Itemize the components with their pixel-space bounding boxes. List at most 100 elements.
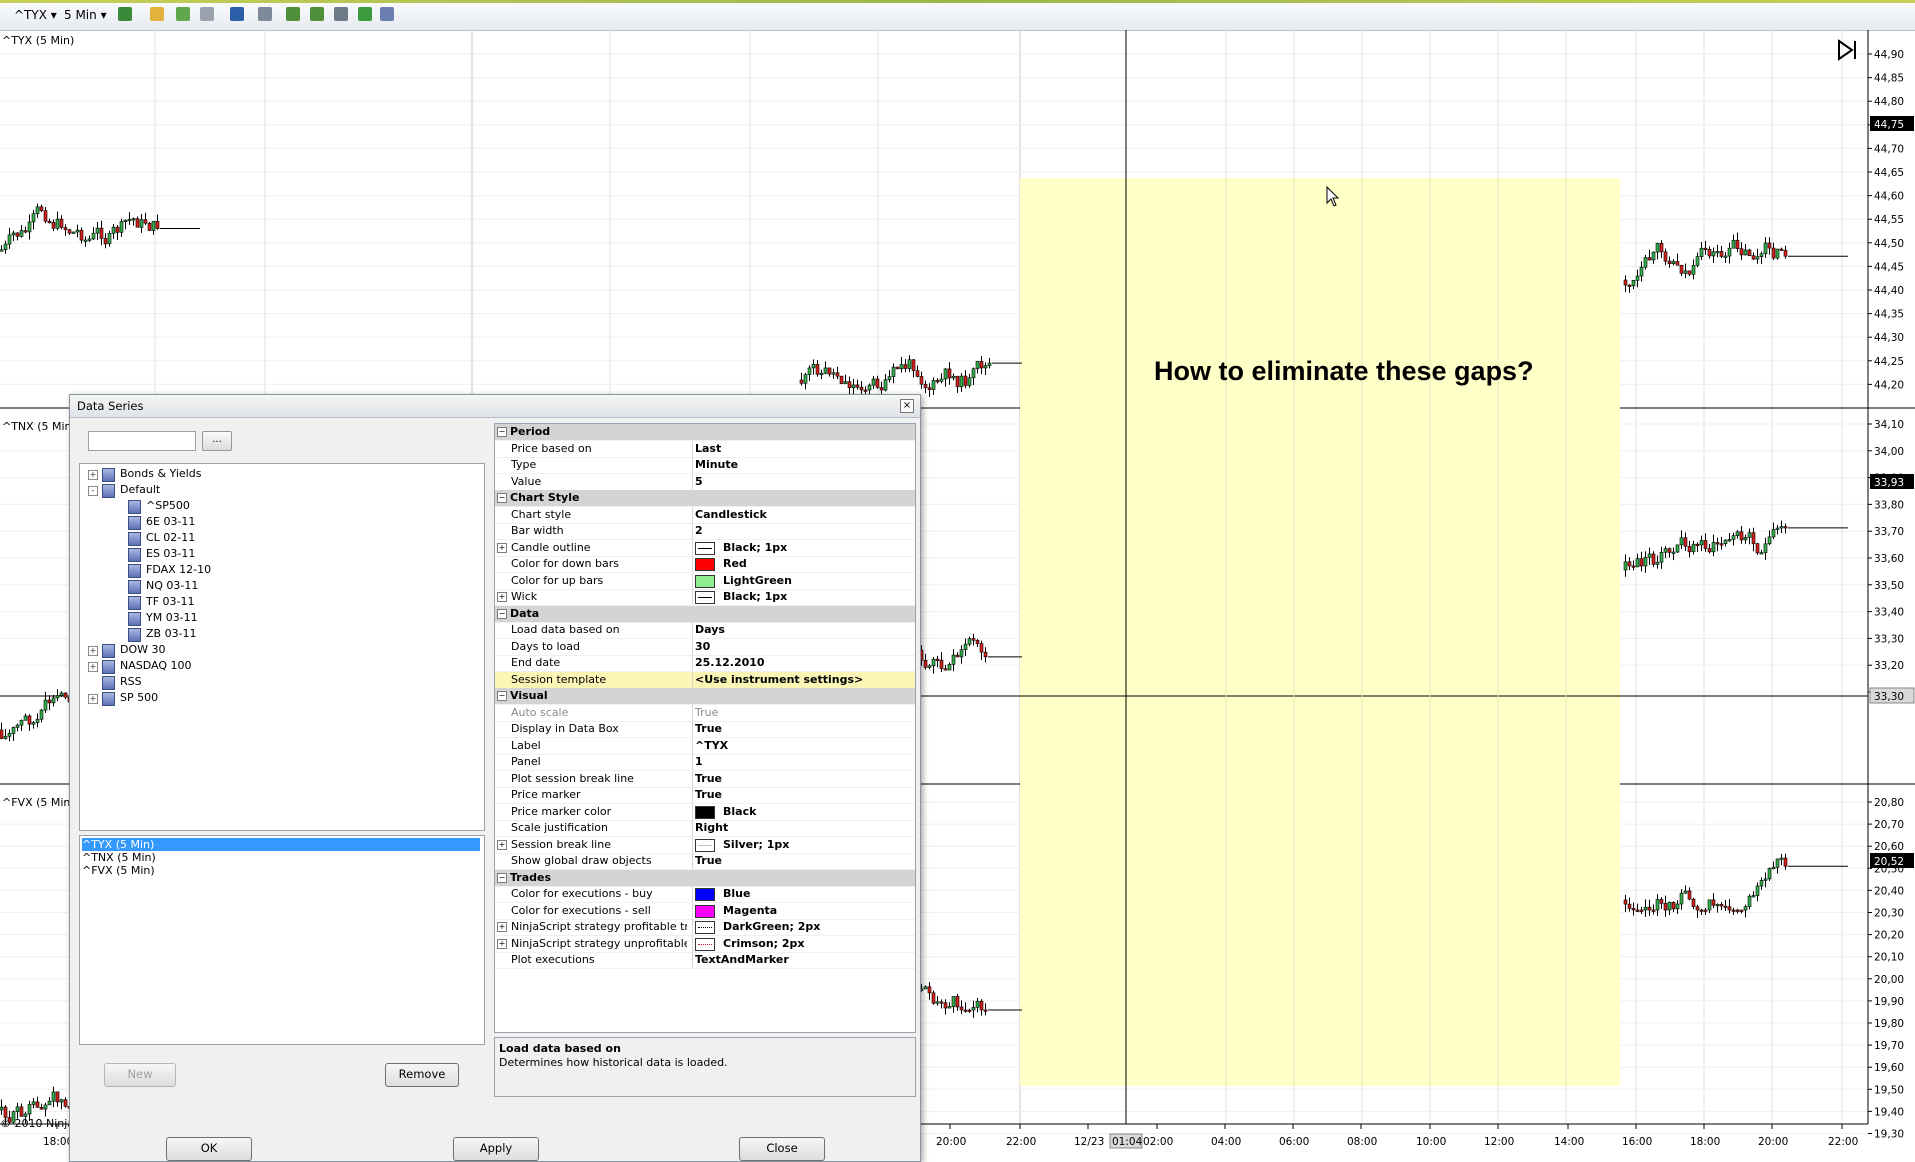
property-value[interactable]: True [695,772,913,786]
collapse-icon[interactable]: − [497,493,507,503]
collapse-icon[interactable]: − [497,608,507,619]
dialog-title-bar[interactable]: Data Series × [70,395,920,418]
series-list[interactable]: ^TYX (5 Min) ^TNX (5 Min) ^FVX (5 Min) [79,835,485,1045]
property-category[interactable]: − Visual [495,688,915,705]
drawing-tool-icon[interactable] [176,7,190,21]
ok-button[interactable]: OK [166,1137,252,1161]
data-series-icon[interactable] [380,7,394,21]
close-button[interactable]: Close [739,1137,825,1161]
property-value[interactable]: Black [695,805,913,819]
property-value[interactable]: DarkGreen; 2px [695,920,913,934]
property-row[interactable]: Bar width 2 [495,523,915,540]
property-value[interactable]: Minute [695,458,913,472]
property-value[interactable]: Black; 1px [695,590,913,604]
instrument-search-button[interactable]: ... [202,431,232,451]
property-value[interactable]: True [695,706,913,720]
tree-expander-icon[interactable]: + [88,694,98,704]
property-category[interactable]: − Chart Style [495,490,915,507]
chart-style-icon[interactable] [118,7,132,21]
property-value[interactable]: True [695,722,913,736]
property-row[interactable]: Chart style Candlestick [495,506,915,524]
expand-icon[interactable]: + [497,592,507,602]
tree-expander-icon[interactable]: + [88,470,98,480]
interval-selector[interactable]: 5 Min ▾ [64,6,107,24]
property-row[interactable]: Panel 1 [495,754,915,771]
property-value[interactable]: Days [695,623,913,637]
property-row[interactable]: Session template <Use instrument settings… [495,671,915,689]
series-item[interactable]: ^TYX (5 Min) [82,838,480,851]
property-row[interactable]: Color for up bars LightGreen [495,572,915,590]
series-item[interactable]: ^FVX (5 Min) [82,864,480,877]
dollar-icon[interactable] [358,7,372,21]
property-row[interactable]: Load data based on Days [495,622,915,639]
expand-icon[interactable]: + [497,938,507,949]
expand-icon[interactable]: + [497,839,507,850]
property-row[interactable]: Display in Data Box True [495,721,915,738]
property-row[interactable]: Price based on Last [495,440,915,458]
property-row[interactable]: Plot session break line True [495,770,915,788]
property-row[interactable]: + Candle outline Black; 1px [495,539,915,557]
apply-button[interactable]: Apply [453,1137,539,1161]
instrument-search-input[interactable] [88,431,196,451]
property-value[interactable]: 1 [695,755,913,769]
property-row[interactable]: Color for executions - sell Magenta [495,902,915,920]
remove-button[interactable]: Remove [385,1063,459,1087]
property-value[interactable]: Last [695,442,913,456]
collapse-icon[interactable]: − [497,872,507,883]
close-icon[interactable]: × [900,399,914,413]
property-row[interactable]: Plot executions TextAndMarker [495,952,915,969]
instrument-selector[interactable]: ^TYX ▾ [14,6,57,24]
property-value[interactable]: 25.12.2010 [695,656,913,670]
property-value[interactable]: Candlestick [695,508,913,522]
property-row[interactable]: Price marker color Black [495,803,915,821]
property-value[interactable]: 5 [695,475,913,489]
property-category[interactable]: − Period [495,424,915,441]
eraser-icon[interactable] [200,7,214,21]
property-value[interactable]: True [695,788,913,802]
instrument-tree[interactable]: + Bonds & Yields - Default ^SP500 6E 03-11 CL … [79,463,485,831]
collapse-icon[interactable]: − [497,427,507,437]
property-category[interactable]: − Trades [495,869,915,887]
property-row[interactable]: + Session break line Silver; 1px [495,836,915,854]
property-row[interactable]: Scale justification Right [495,820,915,837]
property-row[interactable]: End date 25.12.2010 [495,655,915,672]
property-row[interactable]: + NinjaScript strategy profitable trade Da… [495,919,915,936]
property-row[interactable]: Days to load 30 [495,638,915,656]
property-value[interactable]: 2 [695,524,913,538]
property-row[interactable]: Price marker True [495,787,915,804]
property-value[interactable]: <Use instrument settings> [695,673,913,687]
property-row[interactable]: Color for executions - buy Blue [495,886,915,903]
indicators-icon[interactable] [286,7,300,21]
property-row[interactable]: Type Minute [495,457,915,474]
series-item[interactable]: ^TNX (5 Min) [82,851,480,864]
property-row[interactable]: + NinjaScript strategy unprofitable trade… [495,935,915,953]
property-value[interactable]: 30 [695,640,913,654]
expand-icon[interactable]: + [497,922,507,932]
chart-properties-icon[interactable] [334,7,348,21]
property-value[interactable]: LightGreen [695,574,913,588]
collapse-icon[interactable]: − [497,691,507,701]
property-value[interactable]: True [695,854,913,868]
tree-expander-icon[interactable]: + [88,646,98,656]
expand-icon[interactable]: + [497,542,507,553]
new-button[interactable]: New [104,1063,176,1087]
property-row[interactable]: + Wick Black; 1px [495,589,915,606]
tree-expander-icon[interactable]: - [88,486,98,496]
tree-expander-icon[interactable]: + [88,662,98,672]
property-value[interactable]: Blue [695,887,913,901]
pencil-icon[interactable] [150,7,164,21]
property-row[interactable]: Auto scale True [495,704,915,722]
scroll-to-end-icon[interactable] [1836,38,1860,62]
property-value[interactable]: Black; 1px [695,541,913,555]
property-category[interactable]: − Data [495,605,915,623]
property-value[interactable]: Right [695,821,913,835]
property-row[interactable]: Value 5 [495,473,915,491]
property-row[interactable]: Color for down bars Red [495,556,915,573]
property-value[interactable]: Silver; 1px [695,838,913,852]
property-row[interactable]: Show global draw objects True [495,853,915,870]
property-grid[interactable]: − Period Price based on Last Type Minute Value… [494,423,916,1033]
property-value[interactable]: ^TYX [695,739,913,753]
property-value[interactable]: Red [695,557,913,571]
crosshair-icon[interactable] [230,7,244,21]
property-row[interactable]: Label ^TYX [495,737,915,755]
